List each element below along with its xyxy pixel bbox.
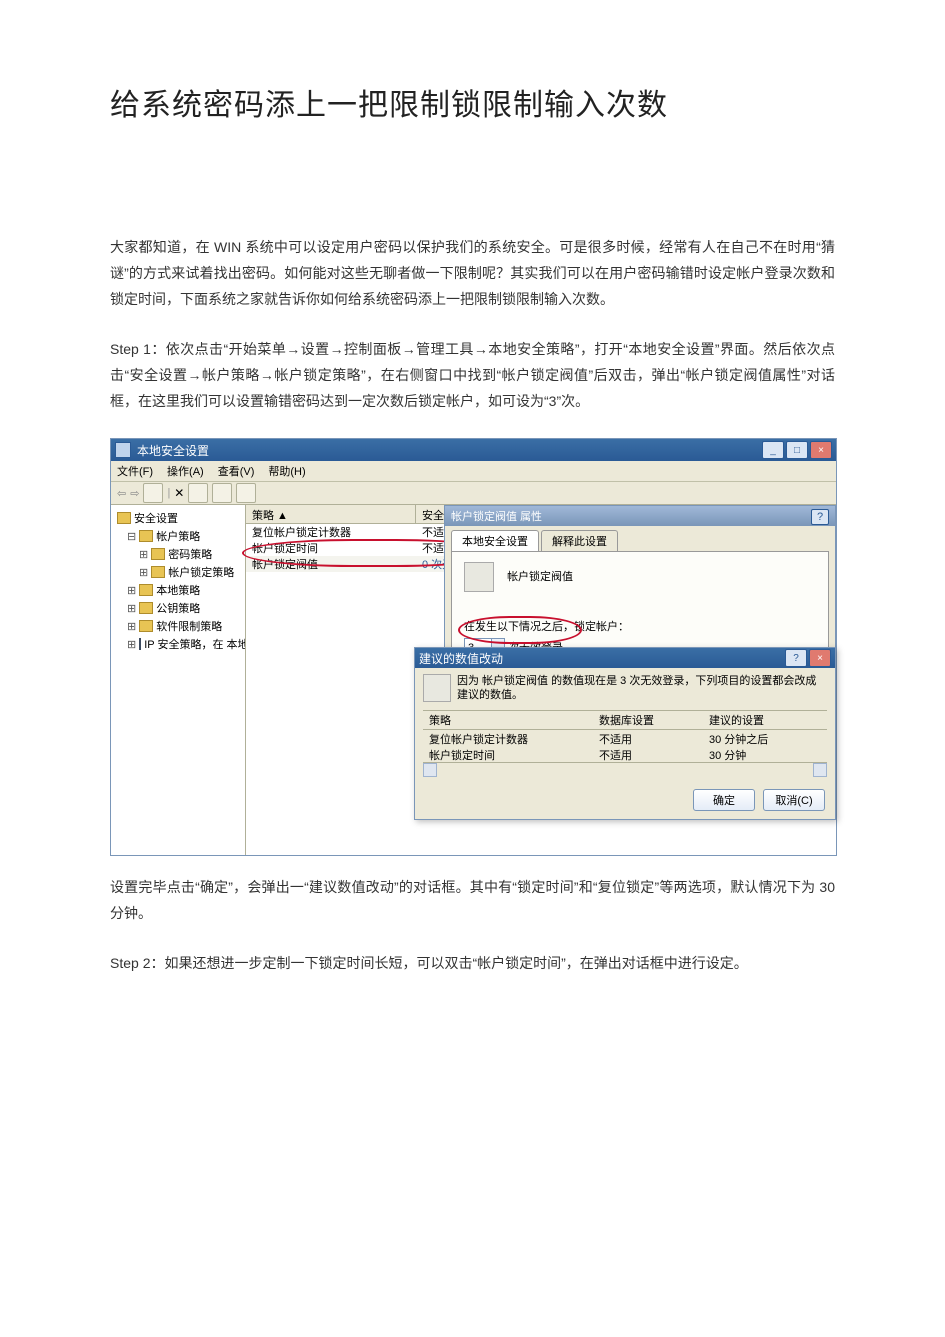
suggest-close-button[interactable]: × xyxy=(809,649,831,667)
folder-icon xyxy=(139,620,153,632)
minimize-button[interactable]: _ xyxy=(762,441,784,459)
folder-icon xyxy=(117,512,131,524)
tree-pane: 安全设置 ⊟帐户策略 ⊞密码策略 ⊞帐户锁定策略 ⊞本地策略 ⊞公钥策略 ⊞软件… xyxy=(111,505,246,855)
toolbar-delete-icon[interactable]: ✕ xyxy=(174,486,184,500)
app-icon xyxy=(115,442,131,458)
tree-password-policy[interactable]: ⊞密码策略 xyxy=(113,545,243,563)
back-icon[interactable]: ⇦ xyxy=(117,487,126,500)
tree-pubkey-policy[interactable]: ⊞公钥策略 xyxy=(113,599,243,617)
col-policy[interactable]: 策略 ▲ xyxy=(246,505,416,523)
properties-tabs: 本地安全设置 解释此设置 xyxy=(451,530,835,551)
sg-row-duration[interactable]: 帐户锁定时间不适用30 分钟 xyxy=(423,746,827,762)
step2-paragraph: Step 2：如果还想进一步定制一下锁定时间长短，可以双击“帐户锁定时间”，在弹… xyxy=(110,950,835,976)
tab-explain[interactable]: 解释此设置 xyxy=(541,530,618,551)
menu-view[interactable]: 查看(V) xyxy=(218,463,255,479)
suggest-help-button[interactable]: ? xyxy=(785,649,807,667)
policy-icon xyxy=(464,562,494,592)
folder-icon xyxy=(151,548,165,560)
suggested-changes-dialog: 建议的数值改动 ? × 因为 帐户锁定阀值 的数值现在是 3 次无效登录，下列项… xyxy=(414,647,836,820)
toolbar-sep: | xyxy=(167,487,170,499)
suggest-scrollbar[interactable] xyxy=(423,762,827,777)
suggest-titlebar: 建议的数值改动 ? × xyxy=(415,648,835,668)
article-title: 给系统密码添上一把限制锁限制输入次数 xyxy=(110,80,835,124)
sg-col-policy[interactable]: 策略 xyxy=(423,711,593,729)
toolbar-up-icon[interactable] xyxy=(143,483,163,503)
suggest-header: 策略 数据库设置 建议的设置 xyxy=(423,710,827,730)
properties-title: 帐户锁定阀值 属性 xyxy=(451,508,542,524)
toolbar-export-icon[interactable] xyxy=(236,483,256,503)
folder-icon xyxy=(151,566,165,578)
properties-titlebar: 帐户锁定阀值 属性 ? xyxy=(445,506,835,526)
toolbar-props-icon[interactable] xyxy=(188,483,208,503)
suggest-title: 建议的数值改动 xyxy=(419,650,503,667)
tree-ip-policy[interactable]: ⊞IP 安全策略，在 本地 xyxy=(113,635,243,653)
threshold-prefix: 在发生以下情况之后，锁定帐户： xyxy=(464,618,816,634)
menu-action[interactable]: 操作(A) xyxy=(167,463,204,479)
close-button[interactable]: × xyxy=(810,441,832,459)
suggest-ok-button[interactable]: 确定 xyxy=(693,789,755,811)
folder-icon xyxy=(139,602,153,614)
main-window-titlebar: 本地安全设置 _ □ × xyxy=(111,439,836,461)
folder-icon xyxy=(139,584,153,596)
suggest-buttons: 确定 取消(C) xyxy=(415,783,835,819)
sg-row-reset[interactable]: 复位帐户锁定计数器不适用30 分钟之后 xyxy=(423,730,827,746)
menu-help[interactable]: 帮助(H) xyxy=(268,463,305,479)
fwd-icon[interactable]: ⇨ xyxy=(130,487,139,500)
tree-lockout-policy[interactable]: ⊞帐户锁定策略 xyxy=(113,563,243,581)
tree-software-policy[interactable]: ⊞软件限制策略 xyxy=(113,617,243,635)
suggest-cancel-button[interactable]: 取消(C) xyxy=(763,789,825,811)
after-screenshot-paragraph: 设置完毕点击“确定”，会弹出一“建议数值改动”的对话框。其中有“锁定时间”和“复… xyxy=(110,874,835,926)
toolbar: ⇦ ⇨ | ✕ xyxy=(111,482,836,505)
step1-paragraph: Step 1：依次点击“开始菜单→设置→控制面板→管理工具→本地安全策略”，打开… xyxy=(110,336,835,414)
screenshot-local-security-settings: 本地安全设置 _ □ × 文件(F) 操作(A) 查看(V) 帮助(H) ⇦ ⇨… xyxy=(110,438,837,856)
help-button[interactable]: ? xyxy=(811,509,829,525)
sg-col-suggest[interactable]: 建议的设置 xyxy=(703,711,823,729)
menubar: 文件(F) 操作(A) 查看(V) 帮助(H) xyxy=(111,461,836,482)
toolbar-refresh-icon[interactable] xyxy=(212,483,232,503)
folder-icon xyxy=(139,530,153,542)
ip-icon xyxy=(139,638,141,650)
policy-label: 帐户锁定阀值 xyxy=(507,571,573,583)
maximize-button[interactable]: □ xyxy=(786,441,808,459)
suggest-message: 因为 帐户锁定阀值 的数值现在是 3 次无效登录，下列项目的设置都会改成建议的数… xyxy=(457,674,827,702)
document-page: 给系统密码添上一把限制锁限制输入次数 大家都知道，在 WIN 系统中可以设定用户… xyxy=(0,0,945,1337)
sg-col-db[interactable]: 数据库设置 xyxy=(593,711,703,729)
menu-file[interactable]: 文件(F) xyxy=(117,463,153,479)
tree-root[interactable]: 安全设置 xyxy=(113,509,243,527)
tree-local-policy[interactable]: ⊞本地策略 xyxy=(113,581,243,599)
intro-paragraph: 大家都知道，在 WIN 系统中可以设定用户密码以保护我们的系统安全。可是很多时候… xyxy=(110,234,835,312)
info-icon xyxy=(423,674,451,702)
tree-account-policy[interactable]: ⊟帐户策略 xyxy=(113,527,243,545)
tab-local-setting[interactable]: 本地安全设置 xyxy=(451,530,539,551)
main-window-title: 本地安全设置 xyxy=(137,442,209,459)
